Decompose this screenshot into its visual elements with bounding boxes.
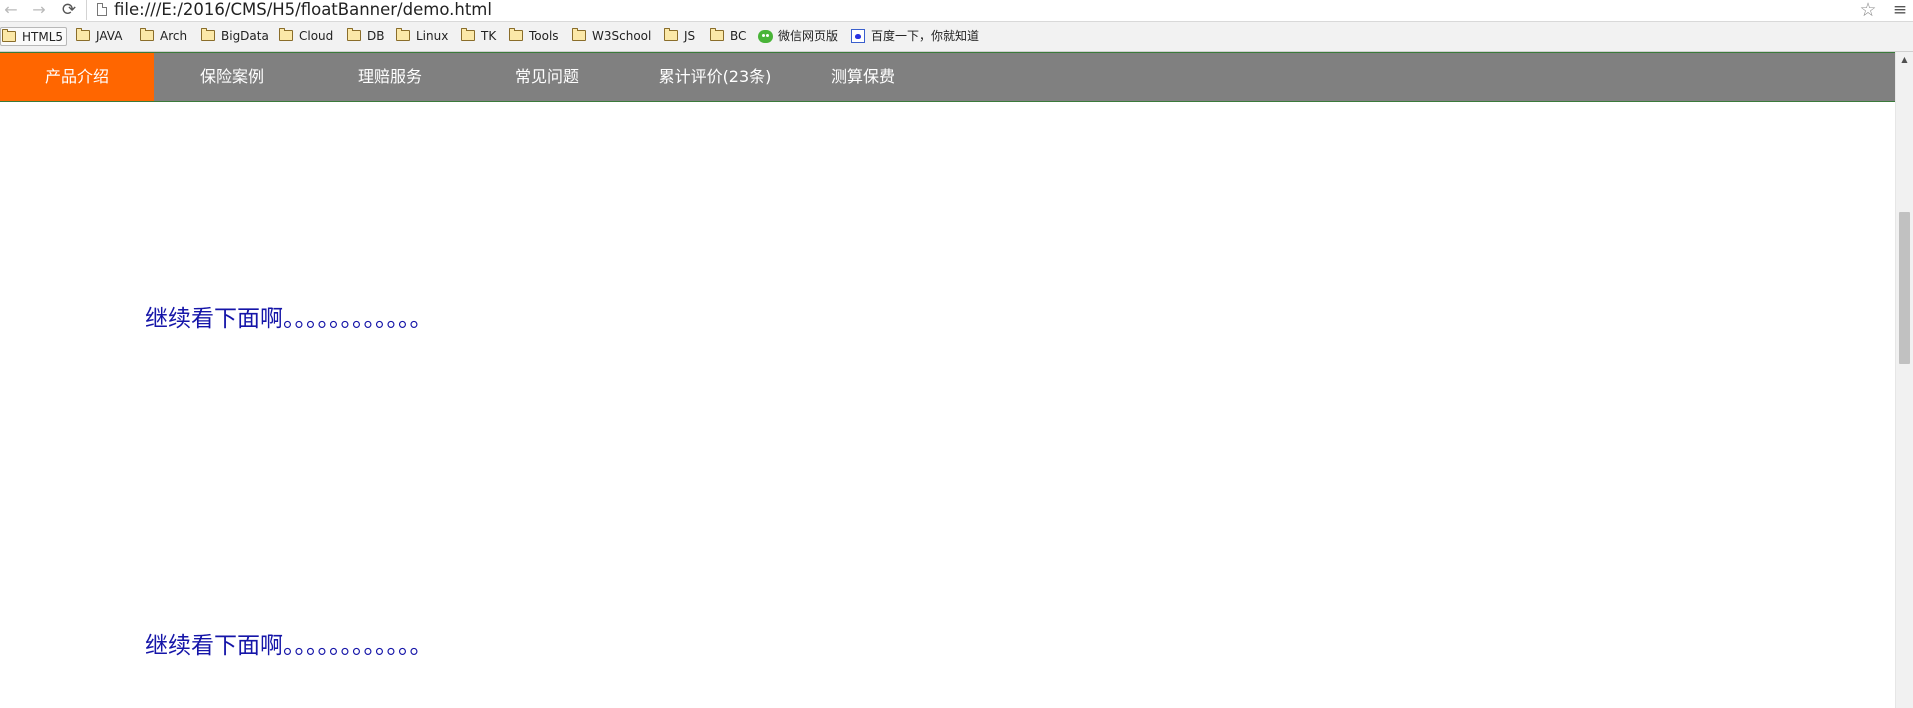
bookmark-label: JAVA: [96, 29, 123, 43]
page-icon: [97, 3, 107, 16]
bookmark-html5[interactable]: HTML5: [0, 27, 67, 46]
folder-icon: [140, 28, 154, 41]
forward-arrow-icon[interactable]: →: [29, 1, 49, 19]
address-bar[interactable]: file:///E:/2016/CMS/H5/floatBanner/demo.…: [86, 0, 1867, 20]
bookmarks-bar: HTML5 JAVA Arch BigData Cloud DB Linux T…: [0, 22, 1913, 52]
bookmark-label: Tools: [529, 29, 559, 43]
folder-icon: [710, 28, 724, 41]
folder-icon: [279, 28, 293, 41]
folder-icon: [664, 28, 678, 41]
browser-menu-icon[interactable]: ≡: [1889, 0, 1911, 20]
nav-item-product-intro[interactable]: 产品介绍: [0, 53, 154, 101]
bookmark-label: BigData: [221, 29, 269, 43]
wechat-icon: [758, 30, 773, 43]
scrollbar-thumb[interactable]: [1899, 212, 1910, 364]
bookmark-label: W3School: [592, 29, 652, 43]
bookmark-label: HTML5: [22, 30, 64, 44]
bookmark-label: Linux: [416, 29, 449, 43]
nav-item-insurance-cases[interactable]: 保险案例: [182, 53, 282, 101]
bookmark-label: DB: [367, 29, 385, 43]
url-text[interactable]: file:///E:/2016/CMS/H5/floatBanner/demo.…: [114, 0, 492, 20]
folder-icon: [347, 28, 361, 41]
bookmark-label: Arch: [160, 29, 188, 43]
bookmark-star-icon[interactable]: ☆: [1857, 0, 1879, 20]
bookmark-label: BC: [730, 29, 747, 43]
reload-icon[interactable]: ⟳: [59, 1, 79, 19]
vertical-scrollbar[interactable]: ▲: [1895, 52, 1913, 708]
bookmark-label: TK: [481, 29, 497, 43]
folder-icon: [76, 28, 90, 41]
bookmark-label: 百度一下，你就知道: [871, 29, 980, 43]
back-arrow-icon[interactable]: ←: [1, 1, 21, 19]
folder-icon: [509, 28, 523, 41]
content-paragraph: 继续看下面啊。。。。。。。。。。。。: [145, 633, 433, 659]
folder-icon: [396, 28, 410, 41]
folder-icon: [201, 28, 215, 41]
scroll-up-arrow-icon[interactable]: ▲: [1896, 52, 1913, 68]
folder-icon: [572, 28, 586, 41]
folder-icon: [461, 28, 475, 41]
bookmark-label: 微信网页版: [778, 29, 839, 43]
nav-item-faq[interactable]: 常见问题: [497, 53, 597, 101]
bookmark-label: Cloud: [299, 29, 334, 43]
baidu-icon: [851, 29, 865, 43]
nav-item-reviews[interactable]: 累计评价(23条): [640, 53, 790, 101]
browser-toolbar: ← → ⟳ file:///E:/2016/CMS/H5/floatBanner…: [0, 0, 1913, 22]
content-paragraph: 继续看下面啊。。。。。。。。。。。。: [145, 306, 433, 332]
folder-icon: [2, 29, 16, 42]
float-banner-nav: 产品介绍 保险案例 理赔服务 常见问题 累计评价(23条) 测算保费: [0, 52, 1895, 102]
nav-item-claims-service[interactable]: 理赔服务: [340, 53, 440, 101]
nav-item-premium-calculator[interactable]: 测算保费: [813, 53, 913, 101]
bookmark-label: JS: [684, 29, 696, 43]
